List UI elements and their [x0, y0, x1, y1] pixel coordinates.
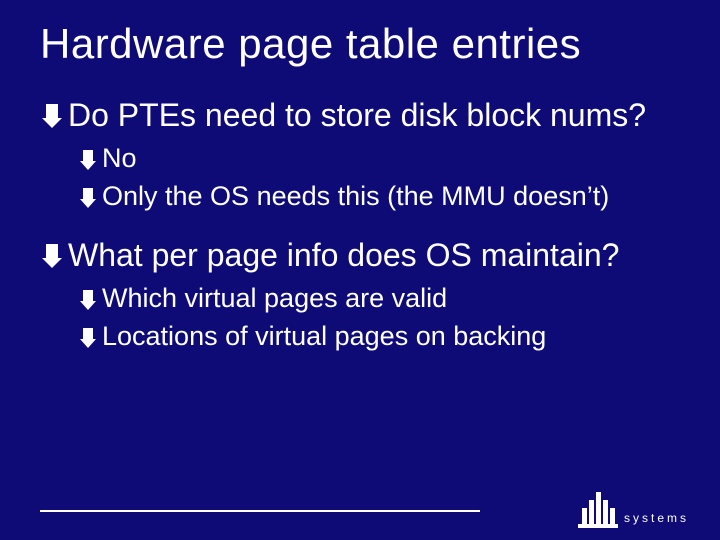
bullet-level2: No: [78, 142, 680, 176]
arrow-icon: [40, 242, 66, 270]
bullet-text: No: [102, 142, 137, 176]
arrow-icon: [78, 326, 100, 350]
arrow-icon: [78, 288, 100, 312]
svg-text:systems: systems: [624, 511, 689, 525]
bullet-text: Do PTEs need to store disk block nums?: [68, 96, 646, 134]
arrow-icon: [40, 102, 66, 130]
slide-title: Hardware page table entries: [40, 20, 680, 68]
slide: Hardware page table entries Do PTEs need…: [0, 0, 720, 540]
bullet-level2: Locations of virtual pages on backing: [78, 320, 680, 354]
bullet-level1: What per page info does OS maintain?: [40, 236, 680, 274]
arrow-icon: [78, 186, 100, 210]
bullet-text: Locations of virtual pages on backing: [102, 320, 546, 354]
bullet-text: Which virtual pages are valid: [102, 282, 447, 316]
bullet-text: Only the OS needs this (the MMU doesn’t): [102, 180, 609, 214]
bullet-text: What per page info does OS maintain?: [68, 236, 619, 274]
bullet-level1: Do PTEs need to store disk block nums?: [40, 96, 680, 134]
arrow-icon: [78, 148, 100, 172]
bullet-level2: Which virtual pages are valid: [78, 282, 680, 316]
logo-icon: systems: [576, 488, 706, 532]
footer-divider: [40, 510, 480, 512]
bullet-level2: Only the OS needs this (the MMU doesn’t): [78, 180, 680, 214]
